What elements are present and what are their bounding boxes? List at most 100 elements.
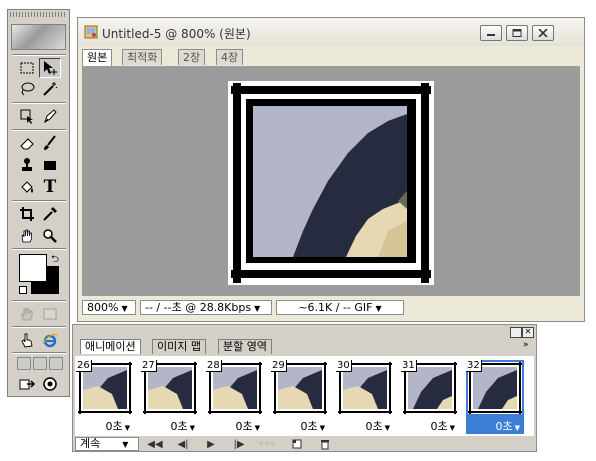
animation-frame[interactable]: 26 0초 ▼: [76, 360, 134, 434]
adobe-online-button[interactable]: [39, 374, 61, 394]
duplicate-frame-button[interactable]: [287, 437, 307, 451]
animation-frame[interactable]: 31 0초 ▼: [401, 360, 459, 434]
tab-4-up[interactable]: 4장: [216, 49, 244, 65]
zoom-dropdown[interactable]: 800% ▼: [82, 300, 136, 315]
photoshop-logo[interactable]: [11, 24, 66, 50]
full-screen-mode-icon[interactable]: [49, 357, 63, 370]
chevron-down-icon: ▼: [319, 424, 325, 432]
preview-hand-tool[interactable]: [16, 330, 38, 350]
animation-frame[interactable]: 29 0초 ▼: [271, 360, 329, 434]
bucket-tool[interactable]: [16, 177, 38, 197]
hand-tool[interactable]: [16, 226, 38, 246]
tab-animation[interactable]: 애니메이션: [80, 339, 141, 354]
close-icon: ✕: [524, 327, 532, 336]
frame-delay: 0초: [235, 420, 253, 433]
chevron-down-icon: ▼: [384, 424, 390, 432]
window-title: Untitled-5 @ 800% (원본): [102, 27, 251, 41]
eyedropper-icon: [43, 207, 57, 221]
size-format-dropdown[interactable]: ~6.1K / -- GIF ▼: [276, 300, 404, 315]
panel-minimize-button[interactable]: [510, 327, 522, 338]
frame-delay-dropdown[interactable]: 0초 ▼: [271, 418, 329, 434]
jump-arrow-icon: [19, 379, 35, 390]
jump-to-image-ready-tool[interactable]: [16, 304, 38, 324]
rewind-icon: ◀◀: [147, 438, 163, 450]
tab-original[interactable]: 원본: [82, 49, 113, 66]
frame-number: 29: [271, 360, 287, 372]
foreground-color-swatch[interactable]: [19, 254, 47, 282]
rollover-preview-tool[interactable]: [39, 304, 61, 324]
divider: [12, 200, 66, 202]
frame-number: 28: [206, 360, 222, 372]
tab-image-map[interactable]: 이미지 맵: [152, 339, 206, 354]
default-colors-icon[interactable]: [19, 286, 27, 294]
panel-tabs: 애니메이션 이미지 맵 분할 영역: [76, 339, 531, 355]
view-tabs: 원본 최적화 2장 4장: [82, 49, 580, 66]
brush-tool[interactable]: [39, 133, 61, 153]
standard-mode-icon[interactable]: [17, 357, 31, 370]
rectangle-tool[interactable]: [39, 155, 61, 175]
animation-frame[interactable]: 27 0초 ▼: [141, 360, 199, 434]
frame-delay-dropdown[interactable]: 0초 ▼: [206, 418, 264, 434]
title-bar[interactable]: Untitled-5 @ 800% (원본): [78, 18, 584, 46]
chevron-down-icon: ▼: [514, 424, 520, 432]
animation-frame[interactable]: 28 0초 ▼: [206, 360, 264, 434]
tab-slices[interactable]: 분할 영역: [218, 339, 272, 354]
divider: [12, 300, 66, 302]
play-button[interactable]: ▶: [201, 437, 221, 451]
stamp-tool[interactable]: [16, 155, 38, 175]
divider: [12, 54, 66, 56]
delete-frame-button[interactable]: [315, 437, 335, 451]
pen-icon: [44, 109, 57, 124]
swap-colors-icon[interactable]: ⮌: [51, 252, 59, 269]
move-tool[interactable]: [39, 58, 61, 78]
zoom-tool[interactable]: [39, 226, 61, 246]
frame-delay-dropdown[interactable]: 0초 ▼: [466, 418, 524, 434]
crop-select-tool[interactable]: [16, 106, 38, 126]
frame-number: 26: [76, 360, 92, 372]
chevron-down-icon: ▼: [124, 424, 130, 432]
type-tool[interactable]: T: [39, 177, 61, 197]
panel-close-button[interactable]: ✕: [522, 327, 534, 338]
canvas-area[interactable]: [82, 66, 580, 296]
pen-tool[interactable]: [39, 106, 61, 126]
jump-icon: [21, 308, 33, 321]
frame-delay-dropdown[interactable]: 0초 ▼: [401, 418, 459, 434]
marquee-tool[interactable]: [16, 58, 38, 78]
close-button[interactable]: [532, 25, 554, 41]
chevron-down-icon: ▼: [122, 440, 129, 449]
frame-delay-dropdown[interactable]: 0초 ▼: [76, 418, 134, 434]
first-frame-button[interactable]: ◀◀: [145, 437, 165, 451]
magic-wand-tool[interactable]: [39, 79, 61, 99]
tab-optimized[interactable]: 최적화: [122, 49, 163, 65]
next-frame-button[interactable]: |▶: [229, 437, 249, 451]
eyedropper-tool[interactable]: [39, 204, 61, 224]
animation-controls: 계속 ▼ ◀◀ ◀| ▶ |▶ ◦◦◦: [75, 437, 534, 451]
jump-to-imageready-button[interactable]: [16, 374, 38, 394]
preview-in-browser-tool[interactable]: [39, 330, 61, 350]
step-forward-icon: |▶: [233, 438, 245, 450]
chevron-down-icon: ▼: [449, 424, 455, 432]
image-canvas[interactable]: [228, 81, 434, 285]
frames-strip: 26 0초 ▼ 27 0초 ▼ 28 0초 ▼ 29 0초 ▼ 30 0초 ▼ 31 0초 ▼ 32 0초 ▼: [75, 356, 534, 436]
chevron-down-icon: ▼: [254, 424, 260, 432]
animation-frame[interactable]: 30 0초 ▼: [336, 360, 394, 434]
divider: [12, 326, 66, 328]
loop-dropdown[interactable]: 계속 ▼: [75, 437, 139, 451]
download-time-dropdown[interactable]: -- / --초 @ 28.8Kbps ▼: [140, 300, 272, 315]
maximize-button[interactable]: [506, 25, 528, 41]
full-screen-menu-mode-icon[interactable]: [33, 357, 47, 370]
frame-delay-dropdown[interactable]: 0초 ▼: [141, 418, 199, 434]
crop-icon: [20, 207, 34, 221]
tab-2-up[interactable]: 2장: [178, 49, 206, 65]
crop-select-icon: [20, 109, 33, 124]
previous-frame-button[interactable]: ◀|: [173, 437, 193, 451]
eraser-tool[interactable]: [16, 133, 38, 153]
tween-button[interactable]: ◦◦◦: [257, 437, 277, 451]
panel-grip[interactable]: [10, 12, 67, 17]
minimize-button[interactable]: [480, 25, 502, 41]
animation-frame[interactable]: 32 0초 ▼: [466, 360, 524, 434]
lasso-icon: [21, 82, 35, 96]
crop-tool[interactable]: [16, 204, 38, 224]
frame-delay-dropdown[interactable]: 0초 ▼: [336, 418, 394, 434]
lasso-tool[interactable]: [16, 79, 38, 99]
